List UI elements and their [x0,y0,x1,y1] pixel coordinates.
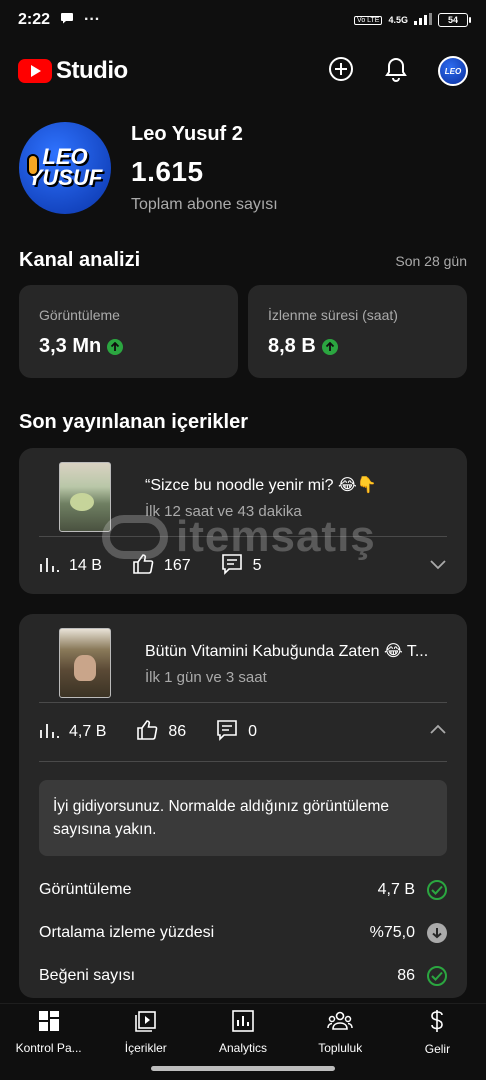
notifications-button[interactable] [384,56,408,87]
detail-row[interactable]: Beğeni sayısı 86 [19,954,467,997]
channel-header: LEO YUSUF Leo Yusuf 2 1.615 Toplam abone… [19,122,278,214]
analytics-metrics: Görüntüleme 3,3 Mn İzlenme süresi (saat)… [19,285,467,378]
logo-text: Studio [56,57,128,84]
arrow-up-icon [321,338,338,355]
comments-count: 5 [252,557,262,574]
earn-icon [429,1009,445,1036]
nav-content[interactable]: İçerikler [97,1004,194,1061]
comments-count: 0 [248,723,258,740]
chevron-down-icon [430,560,446,570]
nav-dashboard[interactable]: Kontrol Pa... [0,1004,97,1061]
app-bar: Studio LEO [0,48,486,94]
recent-title: Son yayınlanan içerikler [19,411,248,433]
views-count: 4,7 B [69,723,107,740]
recent-header: Son yayınlanan içerikler [19,411,467,434]
subscriber-count: 1.615 [131,155,204,187]
arrow-down-circle-icon [427,922,447,943]
thumb-up-icon [136,719,158,746]
comment-icon [221,553,243,580]
arrow-up-icon [107,338,124,355]
microphone-icon [27,154,39,176]
account-avatar[interactable]: LEO [438,56,468,86]
detail-label: Beğeni sayısı [39,966,136,984]
detail-value: 4,7 B [377,880,415,898]
nav-label: İçerikler [124,1041,167,1055]
thumb-up-icon [132,553,154,580]
likes-count: 167 [163,557,191,574]
nav-label: Topluluk [318,1041,363,1055]
performance-note: İyi gidiyorsunuz. Normalde aldığınız gör… [39,780,447,856]
detail-label: Görüntüleme [39,880,132,898]
subscriber-label: Toplam abone sayısı [131,195,278,213]
status-bar: 2:22 ··· Vo LTE 4.5G 54 [0,0,486,40]
bar-chart-icon [39,721,59,744]
comment-icon [216,719,238,746]
content-icon [134,1010,157,1035]
metric-value: 3,3 Mn [39,335,102,357]
metric-card-watch-time[interactable]: İzlenme süresi (saat) 8,8 B [248,285,467,378]
analytics-period: Son 28 gün [395,252,467,269]
detail-row[interactable]: Görüntüleme 4,7 B [19,868,467,911]
video-row[interactable]: Bütün Vitamini Kabuğunda Zaten 😂 T... İl… [19,614,467,702]
detail-row[interactable]: Ortalama izleme yüzdesi %75,0 [19,911,467,954]
nav-label: Analytics [218,1041,268,1055]
divider [39,761,447,762]
volte-label: Vo LTE [354,15,383,25]
collapse-button[interactable] [429,723,447,741]
detail-value: %75,0 [369,923,415,941]
video-title: “Sizce bu noodle yenir mi? 😂👇 [145,476,377,494]
dashboard-icon [38,1010,60,1035]
metric-label: Görüntüleme [39,307,120,323]
metric-label: İzlenme süresi (saat) [268,307,398,323]
video-thumbnail[interactable] [59,628,111,698]
check-circle-icon [427,879,447,900]
network-label: 4.5G [388,15,408,25]
gesture-bar[interactable] [151,1066,335,1071]
battery-indicator: 54 [438,13,471,27]
metric-card-views[interactable]: Görüntüleme 3,3 Mn [19,285,238,378]
video-stats: 14 B 167 5 [19,537,467,595]
youtube-logo-icon [18,59,52,83]
nav-community[interactable]: Topluluk [292,1004,389,1061]
analytics-header: Kanal analizi Son 28 gün [19,249,467,272]
video-card: Bütün Vitamini Kabuğunda Zaten 😂 T... İl… [19,614,467,998]
signal-icon [414,13,432,27]
analytics-title: Kanal analizi [19,249,141,271]
bottom-navigation: Kontrol Pa... İçerikler Analytics Toplul… [0,1003,486,1061]
overflow-dots: ··· [84,11,101,28]
chevron-up-icon [430,724,446,734]
status-time: 2:22 [18,11,51,28]
video-thumbnail[interactable] [59,462,111,532]
add-circle-icon [329,56,353,81]
video-stats: 4,7 B 86 0 [19,703,467,761]
nav-earn[interactable]: Gelir [389,1004,486,1061]
views-count: 14 B [69,557,102,574]
channel-avatar[interactable]: LEO YUSUF [19,122,111,214]
bar-chart-icon [39,555,59,578]
video-subtitle: İlk 12 saat ve 43 dakika [145,502,302,520]
likes-count: 86 [168,723,187,740]
analytics-icon [232,1010,254,1035]
nav-label: Kontrol Pa... [15,1041,82,1055]
channel-name: Leo Yusuf 2 [131,122,243,145]
metric-value: 8,8 B [268,335,316,357]
nav-analytics[interactable]: Analytics [194,1004,291,1061]
video-card: “Sizce bu noodle yenir mi? 😂👇 İlk 12 saa… [19,448,467,594]
community-icon [327,1010,353,1035]
chat-icon [60,11,74,30]
video-row[interactable]: “Sizce bu noodle yenir mi? 😂👇 İlk 12 saa… [19,448,467,536]
create-button[interactable] [328,56,354,87]
studio-logo[interactable]: Studio [18,57,128,85]
video-subtitle: İlk 1 gün ve 3 saat [145,668,267,686]
video-title: Bütün Vitamini Kabuğunda Zaten 😂 T... [145,642,429,660]
expand-button[interactable] [429,557,447,575]
bell-icon [385,57,407,82]
nav-label: Gelir [424,1042,451,1056]
detail-value: 86 [397,966,415,984]
check-circle-icon [427,965,447,986]
detail-label: Ortalama izleme yüzdesi [39,923,215,941]
